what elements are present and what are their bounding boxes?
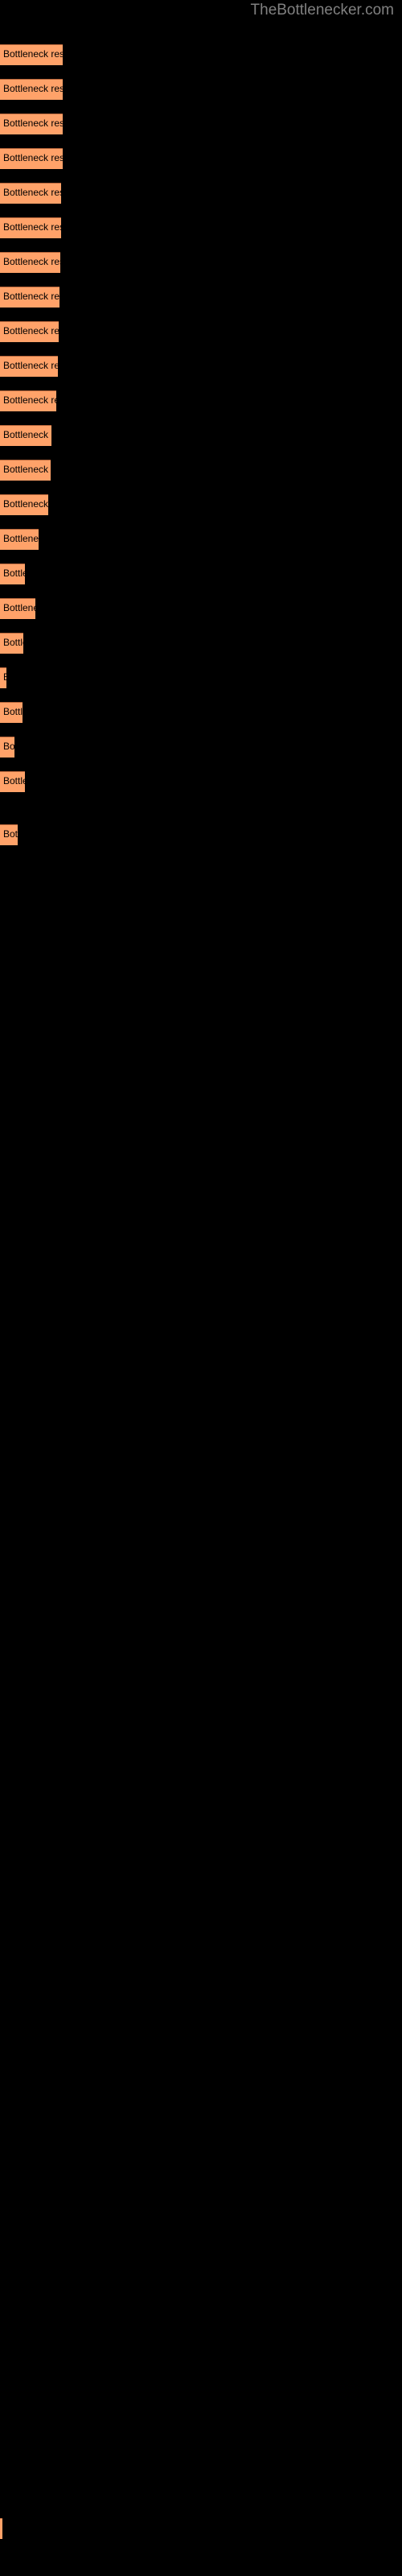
bar-7[interactable]: Bottleneck result [0,287,59,308]
bar-label: Bottleneck result [3,394,56,406]
bar-label: Bottleneck result [3,568,25,579]
bar-1[interactable]: Bottleneck result [0,79,63,100]
bar-label: Bottleneck result [3,671,6,683]
bar-12[interactable]: Bottleneck result [0,460,51,481]
bar-9[interactable]: Bottleneck result [0,356,58,377]
bar-11[interactable]: Bottleneck result [0,425,51,446]
bar-14[interactable]: Bottleneck result [0,529,39,550]
bar-chart: TheBottlenecker.com Bottleneck result Bot… [0,0,402,2576]
bar-4[interactable]: Bottleneck result [0,183,61,204]
bar-label: Bottleneck result [3,360,58,371]
bar-label: Bottleneck result [3,741,14,752]
bar-20[interactable]: Bottleneck result [0,737,14,758]
bar-22[interactable]: Bottleneck result [0,824,18,845]
bar-0[interactable]: Bottleneck result [0,44,63,65]
bar-6[interactable]: Bottleneck result [0,252,60,273]
bar-label: Bottleneck result [3,325,59,336]
bar-10[interactable]: Bottleneck result [0,390,56,411]
bar-18[interactable]: Bottleneck result [0,667,6,688]
site-title: TheBottlenecker.com [250,2,394,19]
bar-label: Bottleneck result [3,775,25,786]
bar-5[interactable]: Bottleneck result [0,217,61,238]
bar-label: Bottleneck result [3,152,63,163]
bar-label: Bottleneck result [3,187,61,198]
bar-label: Bottleneck result [3,602,35,613]
bar-17[interactable]: Bottleneck result [0,633,23,654]
bar-2[interactable]: Bottleneck result [0,114,63,134]
bar-label: Bottleneck result [3,221,61,233]
bar-label: Bottleneck result [3,256,60,267]
bar-label: Bottleneck result [3,533,39,544]
bar-label: Bottleneck result [3,118,63,129]
bar-label: Bottleneck result [3,464,51,475]
bar-label: Bottleneck result [3,429,51,440]
bar-8[interactable]: Bottleneck result [0,321,59,342]
bar-label: Bottleneck result [3,637,23,648]
bar-15[interactable]: Bottleneck result [0,564,25,584]
bar-21[interactable]: Bottleneck result [0,771,25,792]
bar-label: Bottleneck result [3,706,23,717]
bar-13[interactable]: Bottleneck result [0,494,48,515]
bar-label: Bottleneck result [3,48,63,60]
bar-16[interactable]: Bottleneck result [0,598,35,619]
bar-label: Bottleneck result [3,83,63,94]
bar-3[interactable]: Bottleneck result [0,148,63,169]
bar-label: Bottleneck result [3,291,59,302]
bar-19[interactable]: Bottleneck result [0,702,23,723]
bar-23[interactable]: Bottleneck result [0,2518,2,2539]
bar-label: Bottleneck result [3,498,48,510]
bar-label: Bottleneck result [3,828,18,840]
